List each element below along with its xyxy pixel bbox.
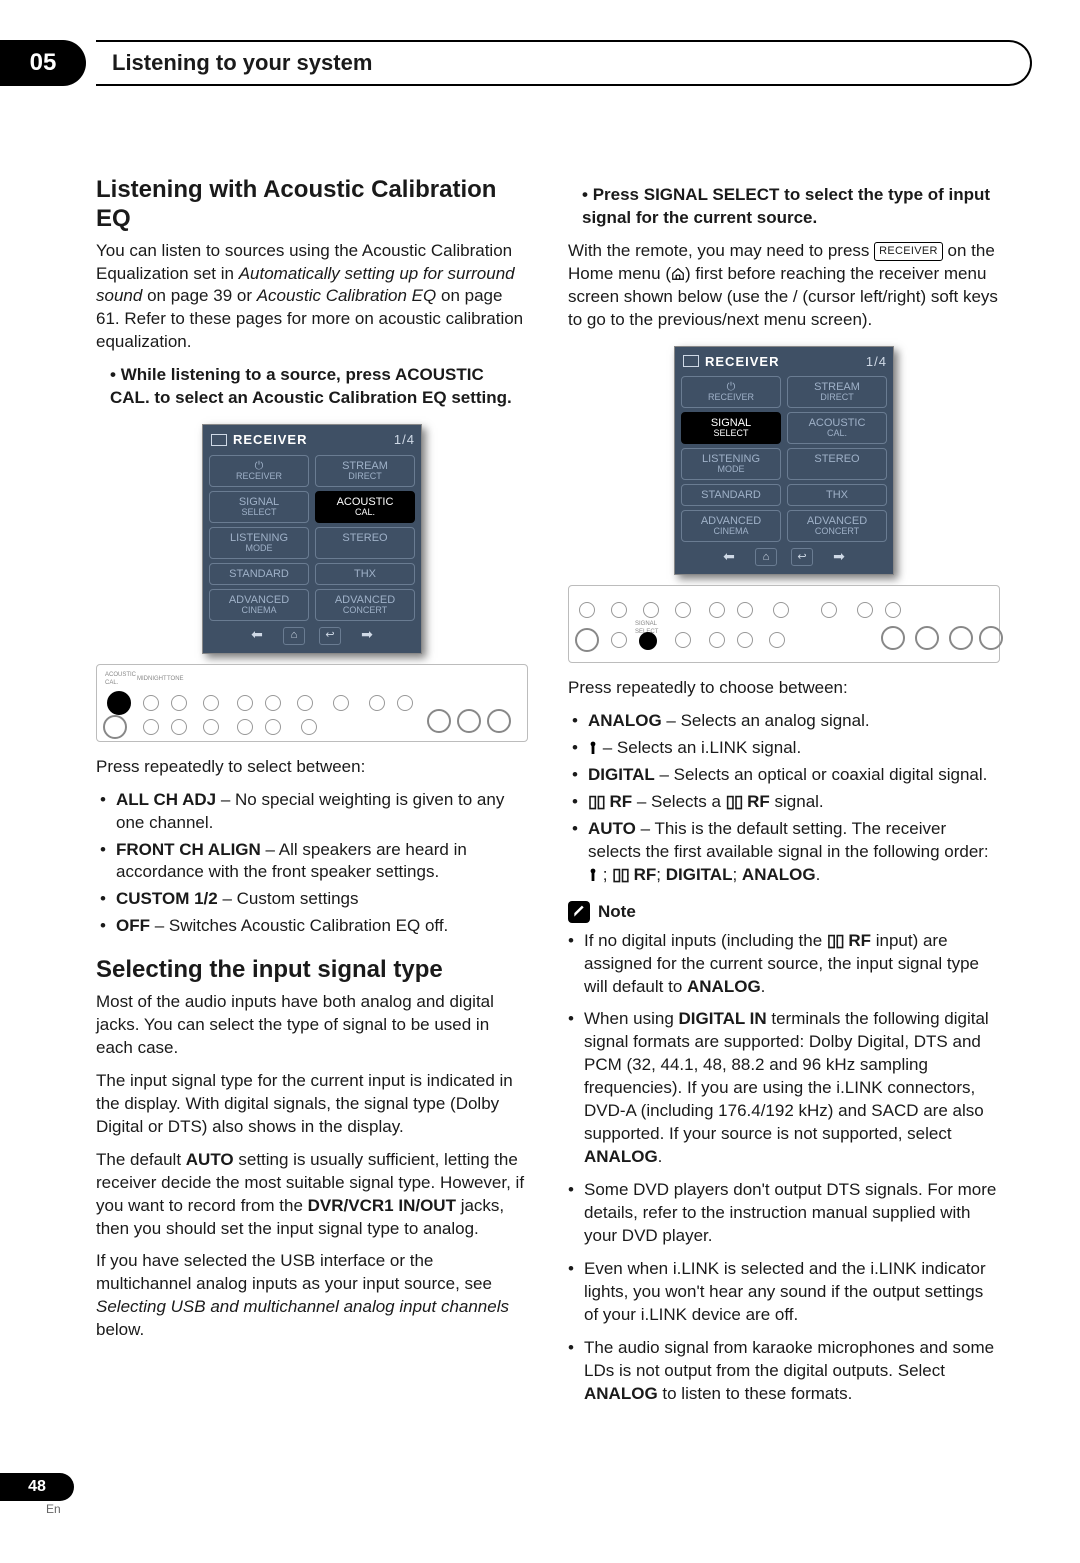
page-language: En xyxy=(46,1501,74,1517)
option-item: DIGITAL – Selects an optical or coaxial … xyxy=(588,764,1000,787)
text-bold: AUTO xyxy=(186,1150,234,1169)
page-header: 05 Listening to your system xyxy=(0,40,1032,86)
text: If you have selected the USB interface o… xyxy=(96,1251,492,1293)
paragraph: You can listen to sources using the Acou… xyxy=(96,240,528,355)
instruction-step: While listening to a source, press ACOUS… xyxy=(96,364,528,410)
section-heading: Selecting the input signal type xyxy=(96,956,528,985)
dolby-digital-icon: ▯▯ xyxy=(827,930,844,953)
text: on page 39 or xyxy=(147,286,257,305)
note-icon xyxy=(568,901,590,923)
text: The default xyxy=(96,1150,186,1169)
note-list: If no digital inputs (including the ▯▯ R… xyxy=(568,930,1000,1406)
receiver-button-icon: RECEIVER xyxy=(874,242,943,261)
option-list: ANALOG – Selects an analog signal. – Sel… xyxy=(568,710,1000,887)
text: below. xyxy=(96,1320,144,1339)
ref-italic: Selecting USB and multichannel analog in… xyxy=(96,1297,509,1316)
note-label: Note xyxy=(598,901,636,924)
left-column: Listening with Acoustic Calibration EQ Y… xyxy=(96,176,528,1415)
ilink-icon xyxy=(588,865,598,884)
option-item: CUSTOM 1/2 – Custom settings xyxy=(116,888,528,911)
note-heading: Note xyxy=(568,901,1000,924)
note-item: If no digital inputs (including the ▯▯ R… xyxy=(568,930,1000,999)
dolby-digital-icon: ▯▯ xyxy=(726,791,743,814)
right-column: Press SIGNAL SELECT to select the type o… xyxy=(568,176,1000,1415)
text-bold: DVR/VCR1 IN/OUT xyxy=(308,1196,456,1215)
text: With the remote, you may need to press xyxy=(568,241,874,260)
ilink-icon xyxy=(588,738,598,757)
receiver-menu-screenshot: RECEIVER1/4⏻RECEIVERSTREAMDIRECTSIGNALSE… xyxy=(674,346,894,576)
paragraph: The input signal type for the current in… xyxy=(96,1070,528,1139)
chapter-number-badge: 05 xyxy=(0,40,86,86)
note-item: Some DVD players don't output DTS signal… xyxy=(568,1179,1000,1248)
chapter-title: Listening to your system xyxy=(96,40,1032,86)
paragraph: With the remote, you may need to press R… xyxy=(568,240,1000,332)
option-item: AUTO – This is the default setting. The … xyxy=(588,818,1000,887)
note-item: The audio signal from karaoke microphone… xyxy=(568,1337,1000,1406)
option-item: – Selects an i.LINK signal. xyxy=(588,737,1000,760)
paragraph: If you have selected the USB interface o… xyxy=(96,1250,528,1342)
text: / xyxy=(793,287,802,306)
instruction-step: Press SIGNAL SELECT to select the type o… xyxy=(568,184,1000,230)
option-item: OFF – Switches Acoustic Calibration EQ o… xyxy=(116,915,528,938)
note-item: When using DIGITAL IN terminals the foll… xyxy=(568,1008,1000,1169)
home-icon xyxy=(671,264,685,283)
paragraph: Most of the audio inputs have both analo… xyxy=(96,991,528,1060)
front-panel-diagram: ACOUSTICCAL. MIDNIGHT TONE xyxy=(96,664,528,742)
option-list: ALL CH ADJ – No special weighting is giv… xyxy=(96,789,528,939)
front-panel-diagram: SIGNALSELECT xyxy=(568,585,1000,663)
note-item: Even when i.LINK is selected and the i.L… xyxy=(568,1258,1000,1327)
paragraph: The default AUTO setting is usually suff… xyxy=(96,1149,528,1241)
section-heading: Listening with Acoustic Calibration EQ xyxy=(96,176,528,234)
paragraph: Press repeatedly to select between: xyxy=(96,756,528,779)
option-item: ANALOG – Selects an analog signal. xyxy=(588,710,1000,733)
option-item: FRONT CH ALIGN – All speakers are heard … xyxy=(116,839,528,885)
paragraph: Press repeatedly to choose between: xyxy=(568,677,1000,700)
receiver-menu-screenshot: RECEIVER1/4⏻RECEIVERSTREAMDIRECTSIGNALSE… xyxy=(202,424,422,654)
dolby-digital-icon: ▯▯ xyxy=(588,791,605,814)
option-item: ▯▯ RF – Selects a ▯▯ RF signal. xyxy=(588,791,1000,814)
ref-italic: Acoustic Calibration EQ xyxy=(257,286,437,305)
page-footer: 48 En xyxy=(0,1473,74,1517)
page-number: 48 xyxy=(0,1473,74,1501)
dolby-digital-icon: ▯▯ xyxy=(612,864,629,887)
option-item: ALL CH ADJ – No special weighting is giv… xyxy=(116,789,528,835)
